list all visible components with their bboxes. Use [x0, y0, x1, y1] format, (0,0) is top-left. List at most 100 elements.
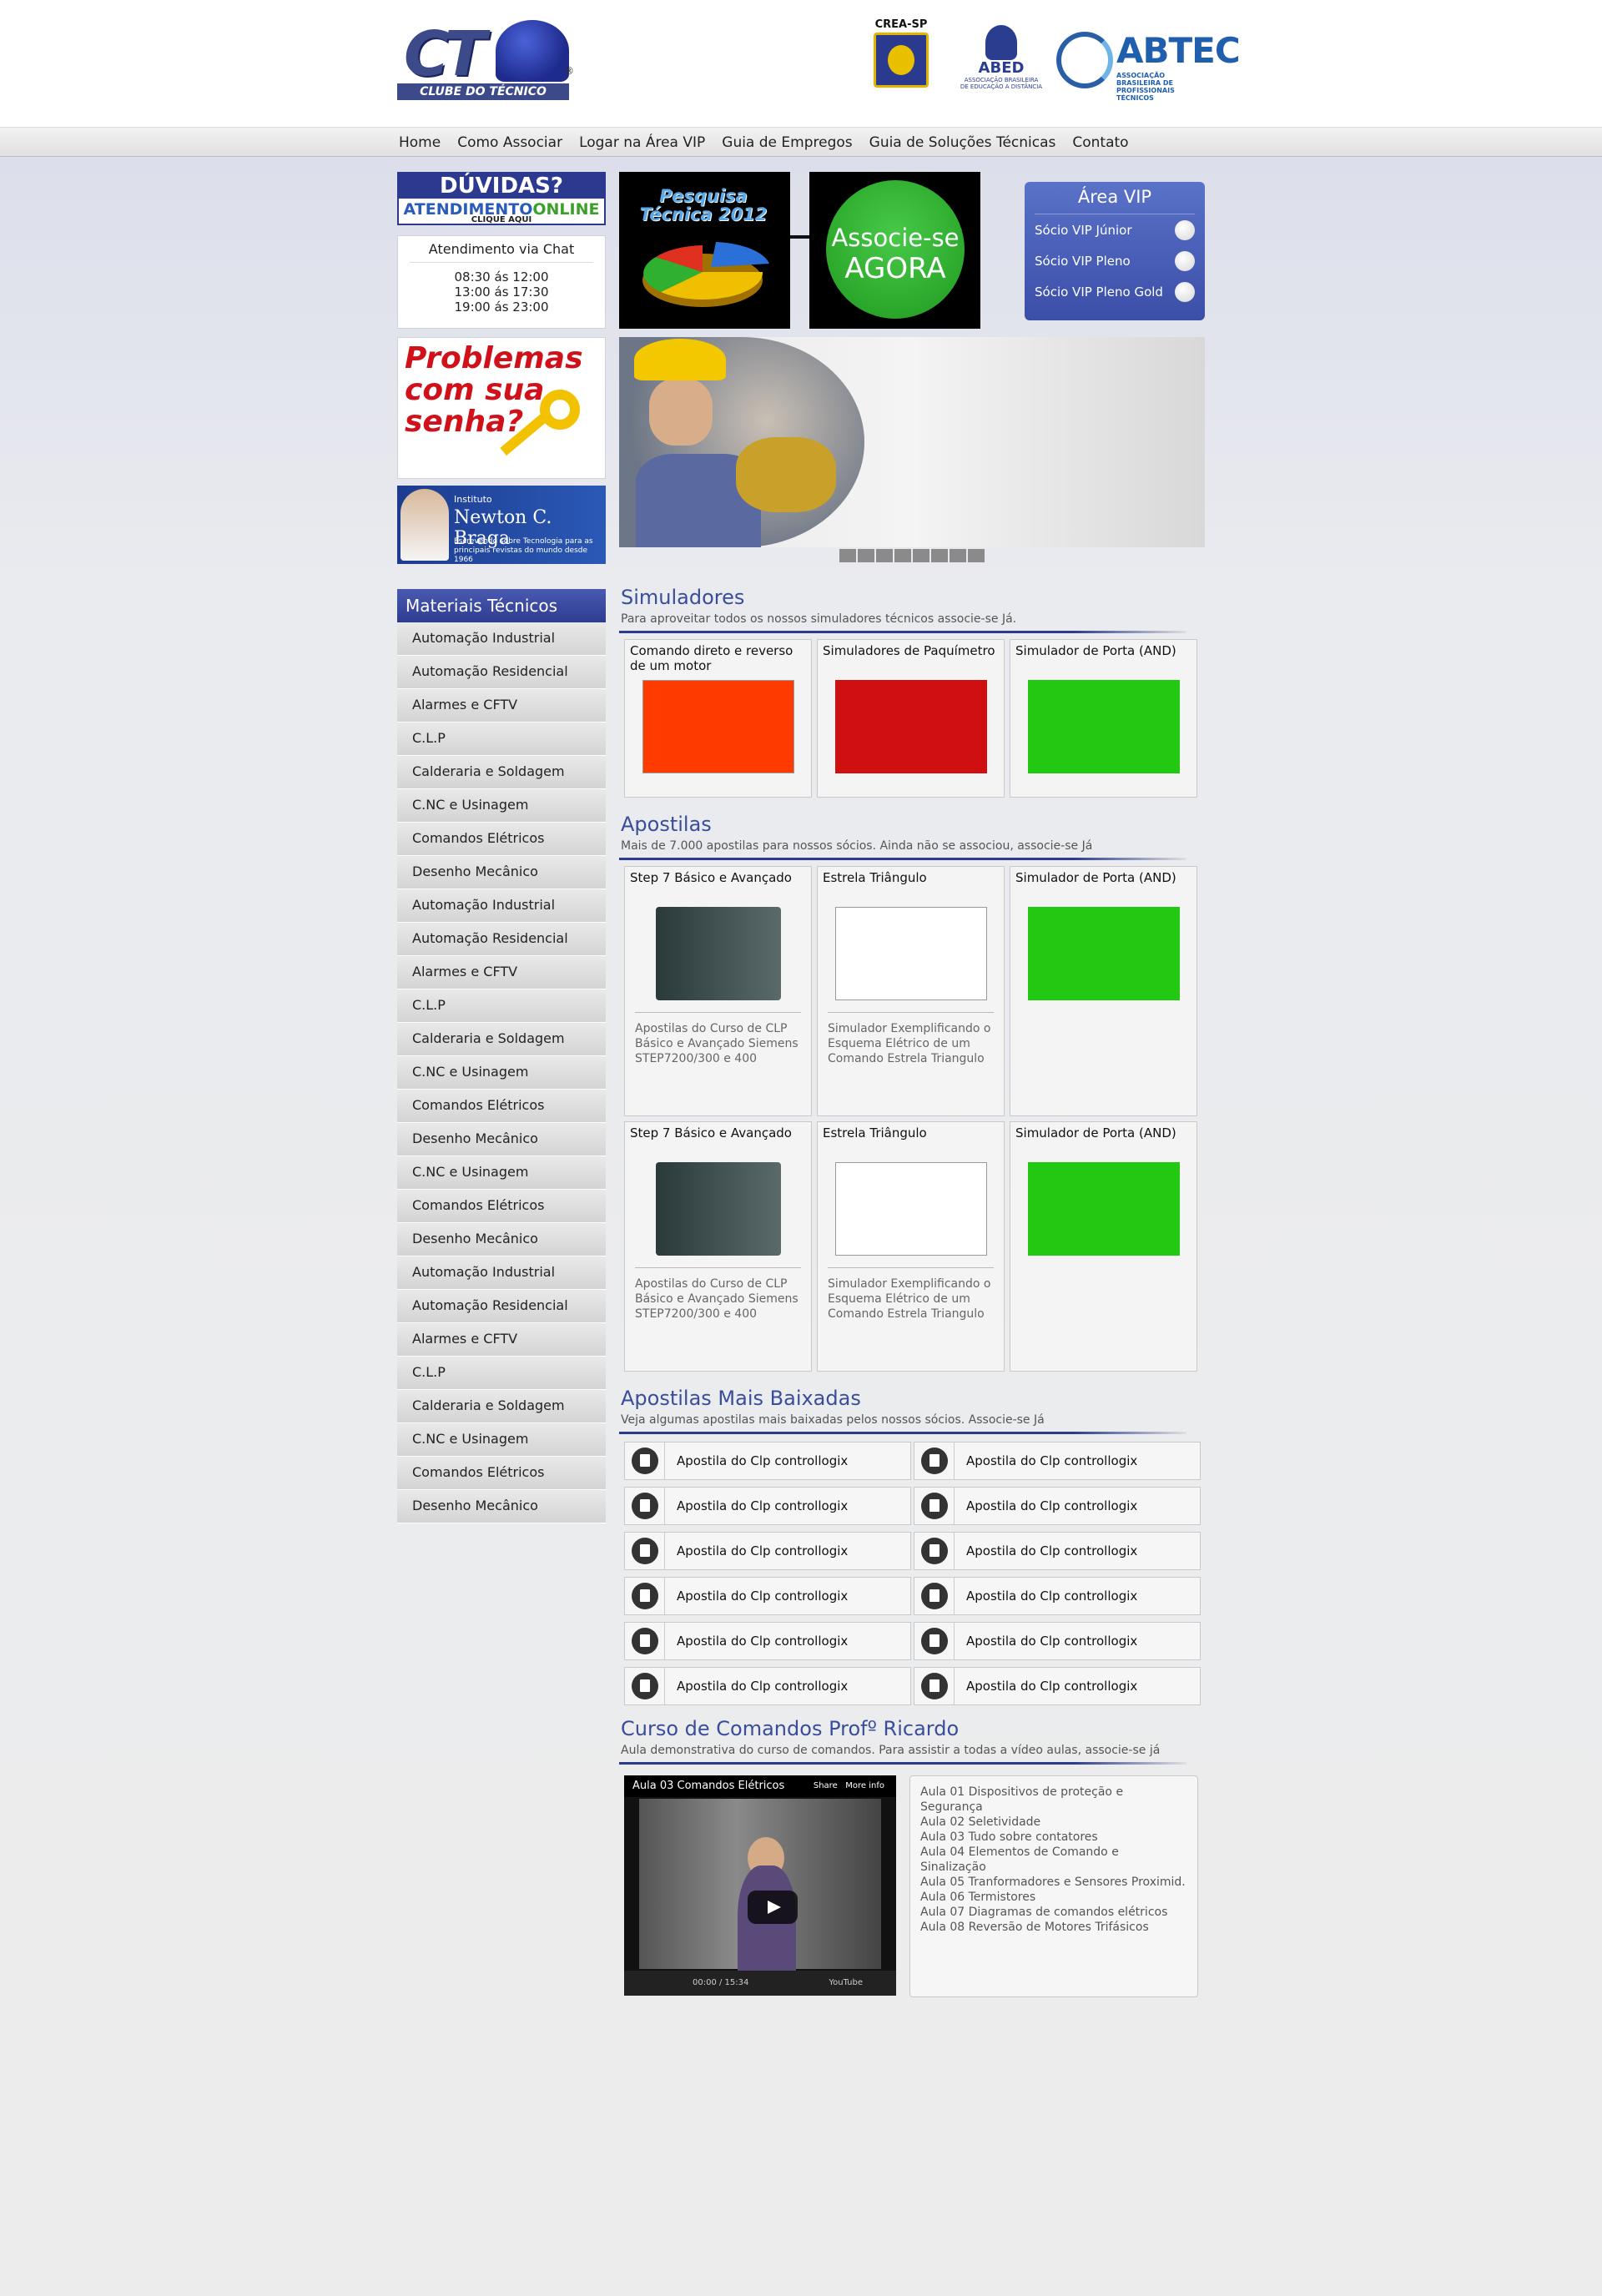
nav-home[interactable]: Home [399, 133, 441, 153]
slider-dot[interactable] [931, 549, 948, 562]
slider-dot[interactable] [950, 549, 966, 562]
apostila-card[interactable]: Simulador de Porta (AND) [1010, 1121, 1197, 1372]
radio-icon[interactable] [1175, 281, 1195, 302]
download-item[interactable]: Apostila do Clp controllogix [624, 1622, 911, 1660]
slider-dot[interactable] [876, 549, 893, 562]
menu-item[interactable]: Automação Residencial [397, 1290, 606, 1323]
nav-contato[interactable]: Contato [1072, 133, 1128, 153]
youtube-logo[interactable]: YouTube [829, 1971, 863, 1996]
radio-icon[interactable] [1175, 250, 1195, 271]
apostila-card[interactable]: Step 7 Básico e Avançado Apostilas do Cu… [624, 866, 812, 1116]
menu-item[interactable]: C.L.P [397, 1357, 606, 1390]
menu-item[interactable]: Automação Residencial [397, 923, 606, 956]
nav-logar-area-vip[interactable]: Logar na Área VIP [579, 133, 705, 153]
slider-dot[interactable] [894, 549, 911, 562]
sim-card-porta-and[interactable]: Simulador de Porta (AND) [1010, 639, 1197, 798]
document-icon [625, 1442, 665, 1480]
menu-item[interactable]: Desenho Mecânico [397, 1123, 606, 1156]
radio-icon[interactable] [1175, 219, 1195, 240]
slider-dot[interactable] [968, 549, 985, 562]
lesson-item[interactable]: Aula 06 Termistores [920, 1890, 1187, 1905]
sim-card-paquimetro[interactable]: Simuladores de Paquímetro [817, 639, 1005, 798]
lesson-item[interactable]: Aula 01 Dispositivos de proteção e Segur… [920, 1785, 1187, 1815]
menu-item[interactable]: C.NC e Usinagem [397, 1423, 606, 1457]
video-controls[interactable]: 00:00 / 15:34 YouTube [624, 1971, 896, 1996]
download-item[interactable]: Apostila do Clp controllogix [624, 1667, 911, 1705]
download-item[interactable]: Apostila do Clp controllogix [914, 1532, 1201, 1570]
menu-item[interactable]: C.NC e Usinagem [397, 1156, 606, 1190]
menu-item[interactable]: Calderaria e Soldagem [397, 1390, 606, 1423]
menu-item[interactable]: Automação Industrial [397, 1256, 606, 1290]
menu-item[interactable]: Automação Industrial [397, 622, 606, 656]
lesson-item[interactable]: Aula 02 Seletividade [920, 1815, 1187, 1830]
menu-item[interactable]: Comandos Elétricos [397, 1190, 606, 1223]
menu-item[interactable]: C.NC e Usinagem [397, 789, 606, 823]
menu-item[interactable]: Desenho Mecânico [397, 856, 606, 889]
menu-item[interactable]: Alarmes e CFTV [397, 956, 606, 989]
menu-item[interactable]: Comandos Elétricos [397, 823, 606, 856]
apostila-card-title: Estrela Triângulo [823, 1125, 927, 1140]
associe-se-banner[interactable]: Associe-se AGORA [809, 172, 980, 329]
download-item[interactable]: Apostila do Clp controllogix [624, 1532, 911, 1570]
menu-item[interactable]: Alarmes e CFTV [397, 689, 606, 723]
menu-item[interactable]: Automação Residencial [397, 656, 606, 689]
sim-card-motor[interactable]: Comando direto e reverso de um motor [624, 639, 812, 798]
menu-item[interactable]: C.L.P [397, 723, 606, 756]
apostila-card[interactable]: Simulador de Porta (AND) [1010, 866, 1197, 1116]
lesson-item[interactable]: Aula 07 Diagramas de comandos elétricos [920, 1905, 1187, 1920]
menu-item[interactable]: Desenho Mecânico [397, 1223, 606, 1256]
abed-logo[interactable]: ABED ASSOCIAÇÃO BRASILEIRA DE EDUCAÇÃO A… [960, 25, 1043, 95]
nav-guia-empregos[interactable]: Guia de Empregos [722, 133, 852, 153]
menu-item[interactable]: C.NC e Usinagem [397, 1056, 606, 1090]
video-time: 00:00 / 15:34 [693, 1978, 749, 1987]
apostila-card[interactable]: Step 7 Básico e Avançado Apostilas do Cu… [624, 1121, 812, 1372]
video-player[interactable]: Aula 03 Comandos Elétricos Share More in… [624, 1775, 896, 1996]
clube-do-tecnico-logo[interactable]: CT CLUBE DO TÉCNICO ® [397, 15, 577, 104]
lesson-item[interactable]: Aula 04 Elementos de Comando e Sinalizaç… [920, 1845, 1187, 1875]
menu-item[interactable]: Desenho Mecânico [397, 1490, 606, 1523]
download-item[interactable]: Apostila do Clp controllogix [914, 1577, 1201, 1615]
vip-option-gold[interactable]: Sócio VIP Pleno Gold [1025, 276, 1205, 307]
hero-slider[interactable] [619, 337, 1205, 547]
download-item[interactable]: Apostila do Clp controllogix [624, 1577, 911, 1615]
download-item[interactable]: Apostila do Clp controllogix [914, 1667, 1201, 1705]
porta-and-thumbnail [1027, 907, 1180, 1000]
lesson-item[interactable]: Aula 03 Tudo sobre contatores [920, 1830, 1187, 1845]
menu-item[interactable]: C.L.P [397, 989, 606, 1023]
duvidas-banner[interactable]: DÚVIDAS? ATENDIMENTOONLINE CLIQUE AQUI [397, 172, 606, 225]
slider-dot[interactable] [839, 549, 856, 562]
menu-item[interactable]: Comandos Elétricos [397, 1457, 606, 1490]
vip-option-pleno[interactable]: Sócio VIP Pleno [1025, 245, 1205, 276]
nav-como-associar[interactable]: Como Associar [457, 133, 562, 153]
chat-title: Atendimento via Chat [410, 241, 593, 263]
menu-item[interactable]: Alarmes e CFTV [397, 1323, 606, 1357]
download-item[interactable]: Apostila do Clp controllogix [914, 1622, 1201, 1660]
download-item[interactable]: Apostila do Clp controllogix [624, 1442, 911, 1480]
pesquisa-tecnica-banner[interactable]: Pesquisa Técnica 2012 [619, 172, 790, 329]
newton-braga-banner[interactable]: Instituto Newton C. Braga Escrevendo sob… [397, 486, 606, 564]
lesson-item[interactable]: Aula 08 Reversão de Motores Trifásicos [920, 1920, 1187, 1935]
download-item[interactable]: Apostila do Clp controllogix [914, 1487, 1201, 1525]
nav-guia-solucoes[interactable]: Guia de Soluções Técnicas [869, 133, 1056, 153]
crea-sp-logo[interactable]: CREA-SP [871, 18, 931, 93]
abtec-logo[interactable]: ABTEC ASSOCIAÇÃO BRASILEIRA DE PROFISSIO… [1056, 30, 1241, 102]
slider-dot[interactable] [858, 549, 874, 562]
menu-item[interactable]: Calderaria e Soldagem [397, 1023, 606, 1056]
video-title: Aula 03 Comandos Elétricos [632, 1780, 785, 1792]
share-button[interactable]: Share [814, 1781, 838, 1790]
slider-dot[interactable] [913, 549, 929, 562]
apostila-card[interactable]: Estrela Triângulo Simulador Exemplifican… [817, 866, 1005, 1116]
menu-item[interactable]: Comandos Elétricos [397, 1090, 606, 1123]
menu-item[interactable]: Calderaria e Soldagem [397, 756, 606, 789]
menu-item[interactable]: Automação Industrial [397, 889, 606, 923]
more-info-button[interactable]: More info [845, 1781, 884, 1790]
download-item-label: Apostila do Clp controllogix [677, 1453, 849, 1468]
vip-option-junior[interactable]: Sócio VIP Júnior [1025, 214, 1205, 245]
estrela-triangulo-thumbnail [834, 1162, 987, 1256]
apostila-card[interactable]: Estrela Triângulo Simulador Exemplifican… [817, 1121, 1005, 1372]
play-icon[interactable] [748, 1891, 798, 1924]
senha-problem-banner[interactable]: Problemas com sua senha? [397, 337, 606, 479]
lesson-item[interactable]: Aula 05 Tranformadores e Sensores Proxim… [920, 1875, 1187, 1890]
download-item[interactable]: Apostila do Clp controllogix [624, 1487, 911, 1525]
download-item[interactable]: Apostila do Clp controllogix [914, 1442, 1201, 1480]
